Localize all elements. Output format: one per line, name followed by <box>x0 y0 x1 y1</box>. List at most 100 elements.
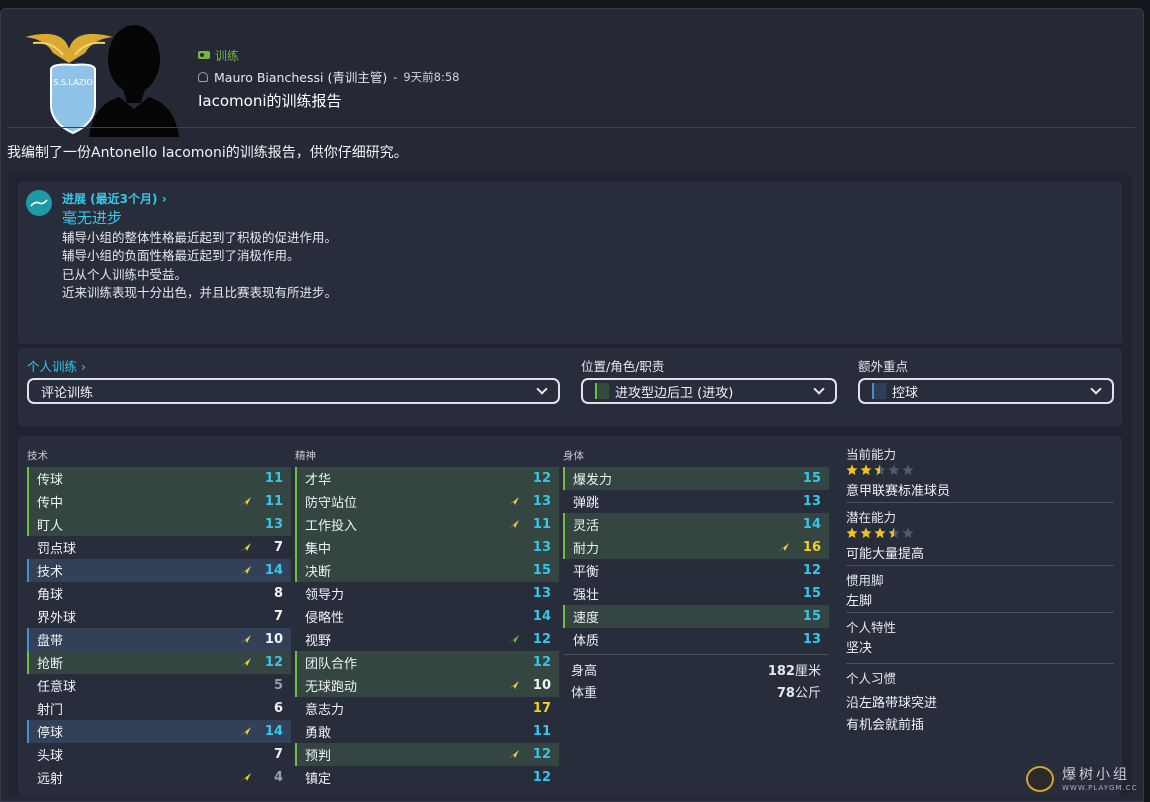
attribute-row[interactable]: 传球 11 <box>27 467 291 490</box>
progress-line: 辅导小组的负面性格最近起到了消极作用。 <box>62 248 300 264</box>
attribute-row[interactable]: 爆发力 15 <box>563 467 829 490</box>
attribute-value: 15 <box>532 563 551 578</box>
attribute-name: 传球 <box>37 473 64 488</box>
attribute-row[interactable]: 角球 8 <box>27 582 291 605</box>
individual-training-dropdown[interactable]: 评论训练 <box>27 378 560 404</box>
attribute-row[interactable]: 强壮 15 <box>563 582 829 605</box>
attribute-value: 14 <box>264 563 283 578</box>
attribute-value: 15 <box>802 586 821 601</box>
attribute-name: 盘带 <box>37 634 64 649</box>
star-icon <box>874 464 886 475</box>
chevron-down-icon <box>1090 383 1102 395</box>
attribute-value: 12 <box>532 770 551 785</box>
attribute-row[interactable]: 抢断 12 <box>27 651 291 674</box>
manager-silhouette-icon <box>89 25 179 137</box>
report-title: Iacomoni的训练报告 <box>198 92 342 110</box>
current-ability-desc: 意甲联赛标准球员 <box>846 483 951 499</box>
position-label: 位置/角色/职责 <box>581 359 665 374</box>
technical-label: 技术 <box>27 450 48 462</box>
foot-label: 惯用脚 <box>846 572 884 588</box>
extra-focus-dropdown[interactable]: 控球 <box>858 378 1114 404</box>
mental-attributes: 才华 12 防守站位 13 工作投入 11 集中 13 决断 15 领导力 13 侵略性 14 视野 12 团队… <box>295 467 559 789</box>
attribute-row[interactable]: 停球 14 <box>27 720 291 743</box>
attribute-name: 速度 <box>573 611 600 626</box>
attribute-name: 射门 <box>37 703 64 718</box>
attribute-row[interactable]: 头球 7 <box>27 743 291 766</box>
attribute-value: 7 <box>273 609 283 624</box>
attribute-row[interactable]: 领导力 13 <box>295 582 559 605</box>
attribute-name: 远射 <box>37 772 64 787</box>
attribute-row[interactable]: 界外球 7 <box>27 605 291 628</box>
attribute-name: 侵略性 <box>305 611 345 626</box>
attribute-name: 界外球 <box>37 611 77 626</box>
attribute-value: 16 <box>802 540 821 555</box>
attribute-value: 11 <box>532 517 551 532</box>
attribute-value: 13 <box>802 632 821 647</box>
attribute-name: 角球 <box>37 588 64 603</box>
attribute-row[interactable]: 工作投入 11 <box>295 513 559 536</box>
attribute-value: 14 <box>802 517 821 532</box>
attribute-name: 集中 <box>305 542 332 557</box>
attribute-row[interactable]: 意志力 17 <box>295 697 559 720</box>
attribute-value: 13 <box>802 494 821 509</box>
attribute-row[interactable]: 耐力 16 <box>563 536 829 559</box>
attribute-row[interactable]: 平衡 12 <box>563 559 829 582</box>
trend-up-yellow-icon <box>778 543 789 552</box>
progress-heading-link[interactable]: 进展 (最近3个月) › <box>62 190 167 207</box>
attribute-row[interactable]: 技术 14 <box>27 559 291 582</box>
chevron-down-icon <box>536 383 548 395</box>
attribute-value: 10 <box>532 678 551 693</box>
star-icon <box>888 527 900 538</box>
technical-attributes: 传球 11 传中 11 盯人 13 罚点球 7 技术 14 角球 8 界外球 7 盘带 10 抢断 12 任意球 5 射… <box>27 467 291 789</box>
attribute-row[interactable]: 罚点球 7 <box>27 536 291 559</box>
position-dropdown[interactable]: 进攻型边后卫 (进攻) <box>581 378 837 404</box>
attribute-row[interactable]: 镇定 12 <box>295 766 559 789</box>
sender-name[interactable]: Mauro Bianchessi (青训主管) <box>214 67 387 86</box>
attribute-row[interactable]: 无球跑动 10 <box>295 674 559 697</box>
attribute-row[interactable]: 弹跳 13 <box>563 490 829 513</box>
attribute-name: 工作投入 <box>305 519 358 534</box>
potential-ability-desc: 可能大量提高 <box>846 546 925 562</box>
attribute-value: 12 <box>532 632 551 647</box>
attribute-name: 勇敢 <box>305 726 332 741</box>
player-info: 当前能力 意甲联赛标准球员 潜在能力 可能大量提高 惯用脚 左脚 个人特性 坚决… <box>846 444 1114 734</box>
info-divider <box>846 565 1114 566</box>
person-icon <box>198 71 208 82</box>
attribute-row[interactable]: 任意球 5 <box>27 674 291 697</box>
attribute-row[interactable]: 速度 15 <box>563 605 829 628</box>
potential-ability-label: 潜在能力 <box>846 509 897 525</box>
attribute-value: 7 <box>273 540 283 555</box>
attribute-row[interactable]: 视野 12 <box>295 628 559 651</box>
attribute-row[interactable]: 射门 6 <box>27 697 291 720</box>
attribute-row[interactable]: 预判 12 <box>295 743 559 766</box>
info-divider <box>846 612 1114 613</box>
traits-label: 个人特性 <box>846 619 897 635</box>
progress-lines: 辅导小组的整体性格最近起到了积极的促进作用。 辅导小组的负面性格最近起到了消极作… <box>62 229 337 303</box>
attribute-row[interactable]: 传中 11 <box>27 490 291 513</box>
attribute-value: 15 <box>802 609 821 624</box>
attribute-row[interactable]: 决断 15 <box>295 559 559 582</box>
info-divider <box>846 663 1114 664</box>
potential-ability-stars <box>846 525 1114 541</box>
chevron-right-icon: › <box>81 359 86 374</box>
attribute-name: 技术 <box>37 565 64 580</box>
attribute-value: 5 <box>273 678 283 693</box>
attribute-row[interactable]: 盯人 13 <box>27 513 291 536</box>
progress-line: 近来训练表现十分出色，并且比赛表现有所进步。 <box>62 285 338 301</box>
attribute-row[interactable]: 勇敢 11 <box>295 720 559 743</box>
attribute-row[interactable]: 灵活 14 <box>563 513 829 536</box>
progress-trend-icon <box>26 190 52 216</box>
attribute-row[interactable]: 才华 12 <box>295 467 559 490</box>
message-tag[interactable]: 训练 <box>198 47 460 63</box>
attribute-row[interactable]: 侵略性 14 <box>295 605 559 628</box>
attribute-row[interactable]: 远射 4 <box>27 766 291 789</box>
attribute-row[interactable]: 团队合作 12 <box>295 651 559 674</box>
attribute-row[interactable]: 防守站位 13 <box>295 490 559 513</box>
individual-training-link[interactable]: 个人训练 › <box>27 356 86 375</box>
attribute-row[interactable]: 集中 13 <box>295 536 559 559</box>
trend-up-yellow-icon <box>240 658 251 667</box>
attribute-row[interactable]: 体质 13 <box>563 628 829 651</box>
star-icon <box>902 464 914 475</box>
info-divider <box>846 502 1114 503</box>
attribute-row[interactable]: 盘带 10 <box>27 628 291 651</box>
